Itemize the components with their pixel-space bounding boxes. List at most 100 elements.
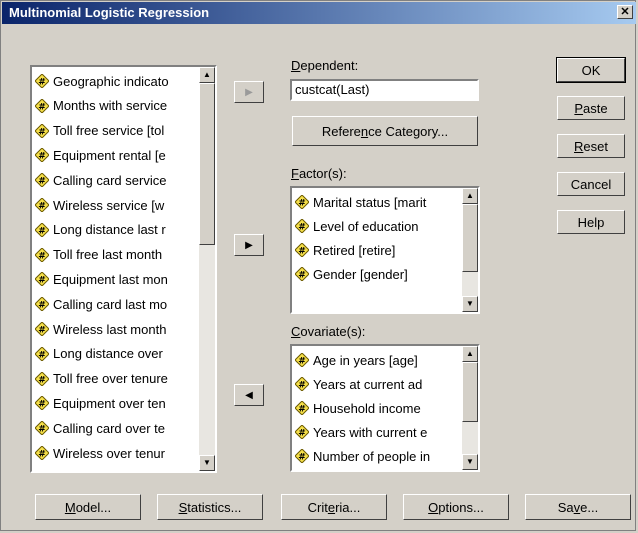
variable-item[interactable]: # Long distance over [35, 344, 163, 364]
variable-item[interactable]: # Calling card last mo [35, 294, 167, 314]
variable-item[interactable]: # Geographic indicato [35, 71, 169, 91]
scroll-up-button[interactable]: ▲ [462, 346, 478, 362]
reference-category-button[interactable]: Refere n ce Category... [292, 116, 478, 146]
scale-variable-icon: # [35, 272, 49, 287]
statistics-button[interactable]: Statistics... [157, 494, 263, 520]
factor-item[interactable]: # Level of education [295, 216, 419, 236]
scale-variable-icon: # [35, 98, 49, 113]
factors-scrollbar[interactable]: ▲ ▼ [462, 188, 478, 312]
scale-variable-icon: # [35, 198, 49, 212]
svg-text:#: # [298, 381, 306, 391]
svg-text:#: # [38, 251, 46, 261]
svg-text:#: # [298, 199, 306, 209]
covariates-list[interactable]: # Age in years [age] # Years at current ad #… [290, 344, 480, 472]
dependent-field[interactable]: custcat(Last) [290, 79, 479, 101]
help-button[interactable]: Help [557, 210, 625, 234]
svg-text:#: # [298, 271, 306, 281]
variable-item[interactable]: # Calling card over te [35, 418, 165, 438]
variable-item[interactable]: # Calling card service [35, 170, 166, 190]
move-factor-button[interactable]: ▶ [234, 234, 264, 256]
svg-text:#: # [38, 226, 46, 236]
scale-variable-icon: # [35, 346, 49, 361]
scale-variable-icon: # [35, 222, 49, 237]
covariates-scrollbar[interactable]: ▲ ▼ [462, 346, 478, 470]
variable-item-label: Equipment over ten [53, 395, 166, 411]
svg-text:#: # [38, 78, 46, 88]
arrow-right-icon: ▶ [245, 86, 253, 98]
scroll-down-button[interactable]: ▼ [462, 296, 478, 312]
scale-variable-icon: # [295, 195, 309, 209]
covariate-item-label: Age in years [age] [313, 352, 418, 368]
move-dependent-button[interactable]: ▶ [234, 81, 264, 103]
variable-item-label: Calling card over te [53, 420, 165, 436]
variable-item-label: Toll free over tenure [53, 371, 168, 387]
covariate-item[interactable]: # Number of people in [295, 446, 430, 466]
scroll-thumb[interactable] [199, 83, 215, 245]
covariate-item[interactable]: # Years with current e [295, 422, 427, 442]
svg-text:#: # [38, 276, 46, 286]
cancel-button[interactable]: Cancel [557, 172, 625, 196]
scale-variable-icon: # [35, 148, 49, 163]
variable-item[interactable]: # Toll free last month [35, 245, 162, 265]
variable-item-label: Geographic indicato [53, 73, 169, 89]
title-bar[interactable]: Multinomial Logistic Regression ✕ [2, 2, 636, 24]
covariate-item-label: Number of people in [313, 448, 431, 464]
svg-text:#: # [38, 375, 46, 385]
variable-item[interactable]: # Toll free service [tol [35, 121, 164, 141]
ok-button[interactable]: OK [556, 57, 626, 83]
variable-item-label: Calling card last mo [53, 296, 168, 312]
svg-text:#: # [298, 453, 306, 463]
variable-item[interactable]: # Wireless last month [35, 319, 166, 339]
window-title: Multinomial Logistic Regression [9, 5, 210, 20]
factors-list[interactable]: # Marital status [marit # Level of educatio… [290, 186, 480, 314]
scale-variable-icon: # [35, 247, 49, 262]
scale-variable-icon: # [35, 173, 49, 188]
svg-text:#: # [298, 429, 306, 439]
variable-item[interactable]: # Equipment last mon [35, 269, 168, 289]
svg-text:#: # [38, 350, 46, 360]
covariates-label: Covariate(s): [291, 324, 366, 339]
svg-text:#: # [298, 223, 306, 233]
covariate-item[interactable]: # Age in years [age] [295, 350, 418, 370]
scroll-up-button[interactable]: ▲ [462, 188, 478, 204]
scale-variable-icon: # [295, 353, 309, 367]
reset-button[interactable]: Reset [557, 134, 625, 158]
variable-item[interactable]: # Equipment over ten [35, 393, 166, 413]
factor-item[interactable]: # Marital status [marit [295, 192, 426, 212]
factor-item-label: Marital status [marit [313, 194, 427, 210]
variable-item[interactable]: # Long distance last r [35, 220, 166, 240]
covariate-item[interactable]: # Household income [295, 398, 421, 418]
model-button[interactable]: Model... [35, 494, 141, 520]
svg-text:#: # [38, 202, 46, 212]
variables-list[interactable]: # Geographic indicato # Months with service… [30, 65, 217, 473]
svg-text:#: # [298, 357, 306, 367]
variables-scrollbar[interactable]: ▲ ▼ [199, 67, 215, 471]
factor-item-label: Level of education [313, 218, 419, 234]
paste-button[interactable]: Paste [557, 96, 625, 120]
scroll-down-button[interactable]: ▼ [462, 454, 478, 470]
dialog-window: Multinomial Logistic Regression ✕ # Geogr… [0, 0, 636, 531]
criteria-button[interactable]: Crit e ria... [281, 494, 387, 520]
factor-item[interactable]: # Retired [retire] [295, 240, 395, 260]
scale-variable-icon: # [295, 449, 309, 463]
covariate-item[interactable]: # Years at current ad [295, 374, 422, 394]
svg-text:#: # [38, 400, 46, 410]
scroll-down-button[interactable]: ▼ [199, 455, 215, 471]
variable-item[interactable]: # Equipment rental [e [35, 145, 166, 165]
svg-text:#: # [38, 326, 46, 336]
variable-item[interactable]: # Months with service [35, 96, 167, 116]
svg-text:#: # [38, 177, 46, 187]
scroll-thumb[interactable] [462, 204, 478, 272]
scroll-up-button[interactable]: ▲ [199, 67, 215, 83]
scroll-thumb[interactable] [462, 362, 478, 422]
variable-item-label: Toll free last month [53, 247, 163, 263]
save-button[interactable]: Sa v e... [525, 494, 631, 520]
variable-item[interactable]: # Wireless over tenur [35, 443, 165, 463]
options-button[interactable]: Options... [403, 494, 509, 520]
close-button[interactable]: ✕ [617, 5, 633, 19]
move-covariate-button[interactable]: ◀ [234, 384, 264, 406]
variable-item[interactable]: # Toll free over tenure [35, 369, 168, 389]
variable-item-label: Long distance last r [53, 222, 166, 238]
variable-item[interactable]: # Wireless service [w [35, 195, 164, 215]
factor-item[interactable]: # Gender [gender] [295, 264, 408, 284]
